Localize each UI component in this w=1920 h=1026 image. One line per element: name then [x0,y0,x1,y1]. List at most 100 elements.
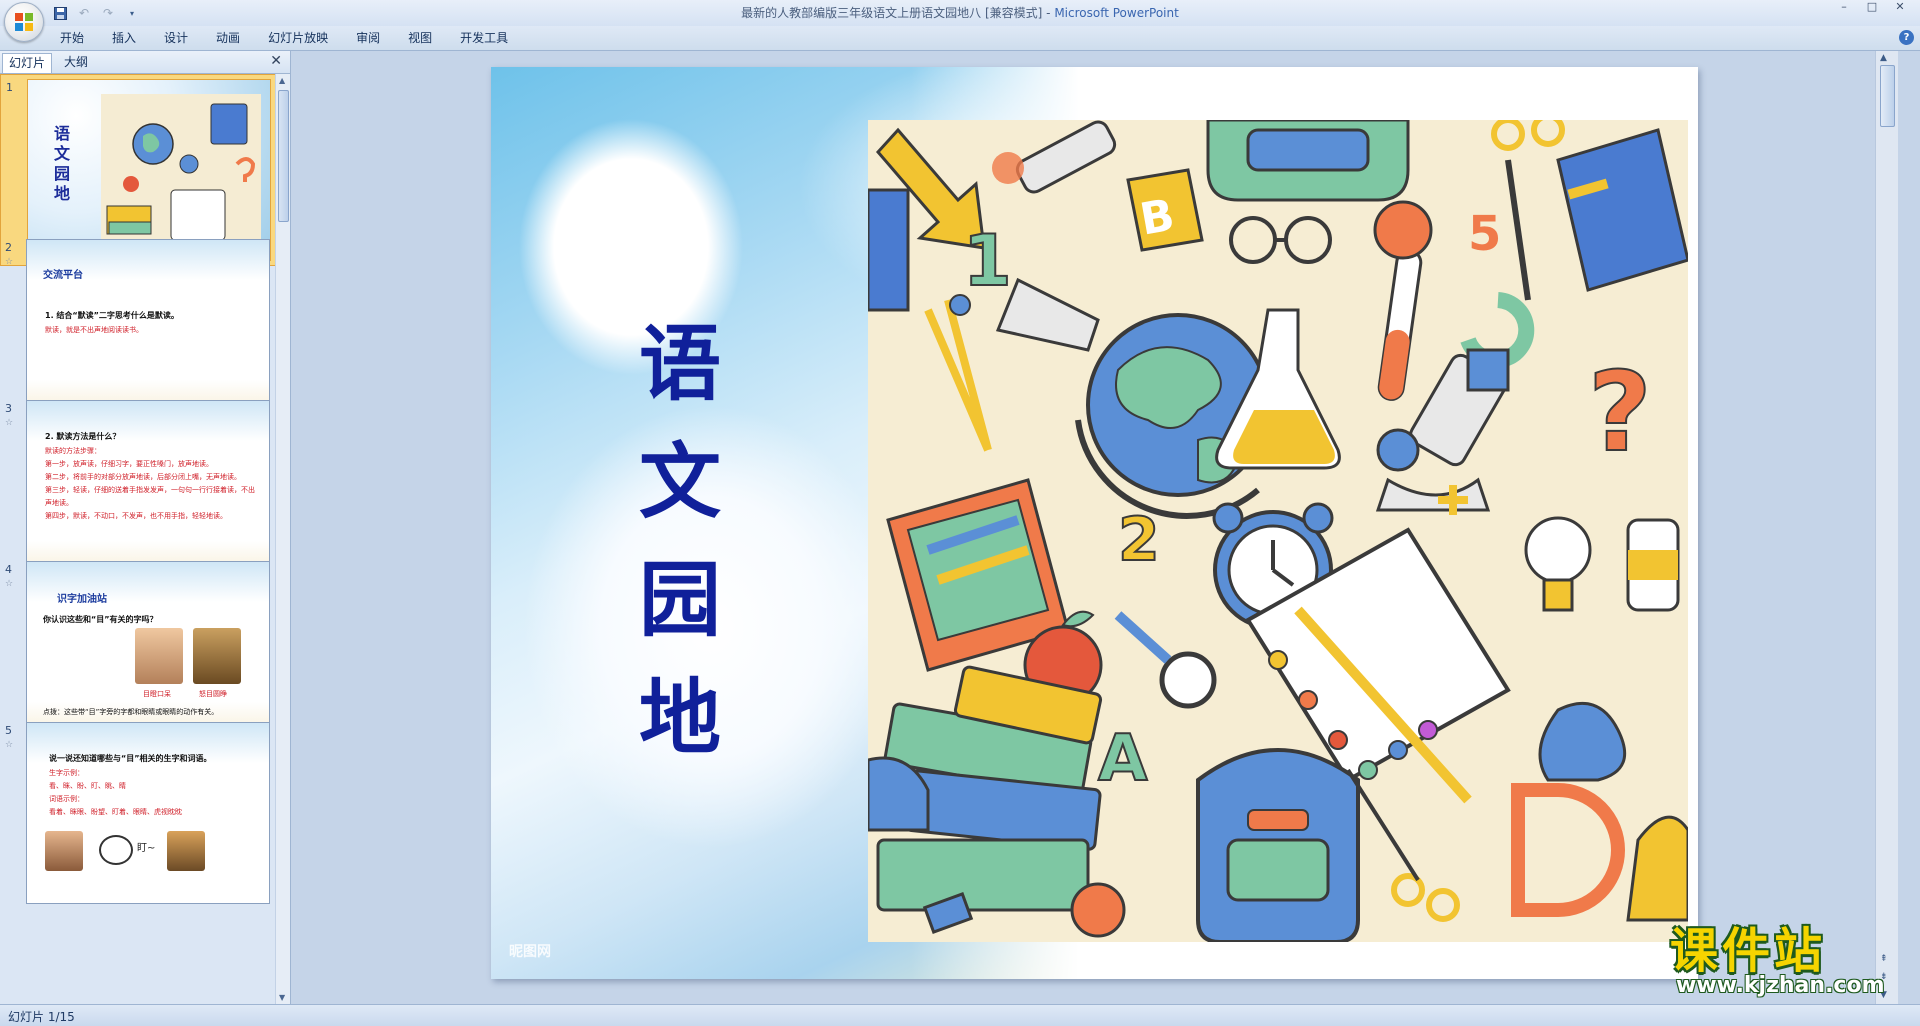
slide-thumbnail[interactable]: 说一说还知道哪些与“目”相关的生字和词语。 生字示例： 看、眯、盼、盯、眺、睛 … [26,722,270,904]
thumbnail-text: 生字示例： 看、眯、盼、盯、眺、睛 词语示例： 看着、眯眼、盼望、盯着、眼睛、虎… [49,767,259,819]
text-line: 第一步，放声读，仔细习字，要正性嗓门，放声地读。 [45,460,213,468]
slide-thumbnail[interactable]: 语文园地 [27,79,271,261]
slide-title[interactable]: 语 文 园 地 [639,305,722,777]
thumbnail-question: 2. 默读方法是什么？ [45,432,121,441]
text-line: 生字示例： [49,769,84,777]
thumbnail-question: 1. 结合“默读”二字思考什么是默读。 [45,311,179,320]
text-line: 默读的方法步骤： [45,447,101,455]
title-char: 语 [639,316,722,412]
customize-qat-icon[interactable]: ▾ [124,5,140,21]
minimize-button[interactable]: – [1830,0,1858,16]
slide-number: 5 [5,724,12,737]
school-supplies-illustration[interactable]: 1 B 5 ? 2 A [868,120,1688,942]
status-bar: 幻灯片 1/15 [0,1004,1920,1026]
text-line: 第二步，将前手的对部分放声地读，后部分闭上嘴，无声地读。 [45,473,241,481]
site-watermark-name: 课件站 [1670,923,1827,979]
text-line: 第四步，默读，不动口，不发声，也不用手指，轻轻地读。 [45,512,227,520]
slide-thumbnail[interactable]: 2. 默读方法是什么？ 默读的方法步骤： 第一步，放声读，仔细习字，要正性嗓门，… [26,400,270,582]
scroll-up-icon[interactable]: ▲ [1880,53,1887,63]
slide-number: 4 [5,563,12,576]
window-title: 最新的人教部编版三年级语文上册语文园地八 [兼容模式] - Microsoft … [741,6,1179,20]
tab-review[interactable]: 审阅 [346,29,398,47]
title-bar: ↶ ↷ ▾ 最新的人教部编版三年级语文上册语文园地八 [兼容模式] - Micr… [0,0,1920,42]
thumbnail-question: 说一说还知道哪些与“目”相关的生字和词语。 [49,754,212,763]
animation-star-icon: ☆ [5,257,14,267]
scroll-thumb[interactable] [278,90,289,222]
slide-number: 3 [5,402,12,415]
title-char: 园 [639,552,722,648]
undo-icon[interactable]: ↶ [76,5,92,21]
slide-thumbnail[interactable]: 识字加油站 你认识这些和“目”有关的字吗？ 目瞪口呆 怒目圆睁 点拨：这些带“目… [26,561,270,743]
text-line: 第三步，轻读，仔细的送着手指发发声，一句句一行行接着读，不出声地读。 [45,486,255,507]
illustration-svg: 1 B 5 ? 2 A [868,120,1688,942]
animation-star-icon: ☆ [5,418,14,428]
thumbnail-slide-5[interactable]: 5 ☆ 说一说还知道哪些与“目”相关的生字和词语。 生字示例： 看、眯、盼、盯、… [0,718,276,908]
tab-animations[interactable]: 动画 [206,29,258,47]
redo-icon[interactable]: ↷ [100,5,116,21]
angry-face-image [193,628,241,684]
scroll-up-icon[interactable]: ▲ [279,76,285,85]
text-line: 词语示例： [49,795,84,803]
maximize-button[interactable]: □ [1858,0,1886,16]
close-button[interactable]: ✕ [1886,0,1914,16]
quick-access-toolbar: ↶ ↷ ▾ [52,4,140,22]
editor-scrollbar[interactable]: ▲ ⇞ ⇟ ▼ [1875,51,1898,1004]
slide-counter: 幻灯片 1/15 [8,1010,75,1024]
animation-star-icon: ☆ [5,740,14,750]
document-title: 最新的人教部编版三年级语文上册语文园地八 [兼容模式] [741,6,1043,20]
thumbnail-heading: 交流平台 [43,270,83,281]
caption: 怒目圆睁 [199,690,227,698]
svg-text:1: 1 [963,220,1012,302]
office-button[interactable] [4,2,44,42]
animation-star-icon: ☆ [5,579,14,589]
tab-outline[interactable]: 大纲 [58,53,94,72]
current-slide[interactable]: 语 文 园 地 昵图网 1 B 5 ? 2 A [491,67,1698,979]
tab-design[interactable]: 设计 [154,29,206,47]
application-name: Microsoft PowerPoint [1054,6,1179,20]
tab-developer[interactable]: 开发工具 [450,29,526,47]
title-char: 地 [639,670,722,766]
svg-text:A: A [1098,722,1148,796]
tab-slides[interactable]: 幻灯片 [2,53,53,73]
speech-bubble: 盯~ [137,843,156,854]
tab-slideshow[interactable]: 幻灯片放映 [258,29,346,47]
surprised-face-image [135,628,183,684]
office-logo-icon [15,13,33,31]
slide-number: 1 [6,81,13,94]
thumbnail-text: 默读的方法步骤： 第一步，放声读，仔细习字，要正性嗓门，放声地读。 第二步，将前… [45,445,255,523]
slide-thumbnail[interactable]: 交流平台 1. 结合“默读”二字思考什么是默读。 默读，就是不出声地阅读读书。 [26,239,270,421]
site-watermark: 课件站 www.kjzhan.com [1670,925,1920,1005]
svg-text:5: 5 [1468,206,1501,262]
image-watermark: 昵图网 [509,944,551,960]
pane-tabs: 幻灯片 大纲 ✕ [0,51,290,74]
scroll-thumb[interactable] [1880,65,1895,127]
thumbnail-title: 语文园地 [53,124,70,203]
svg-text:?: ? [1588,348,1652,476]
eyes-icon [99,835,133,865]
svg-text:2: 2 [1118,505,1160,575]
thumbnail-art [101,94,261,252]
help-icon[interactable]: ? [1899,30,1914,45]
save-icon[interactable] [52,5,68,21]
thumbnail-question: 你认识这些和“目”有关的字吗？ [43,615,158,624]
caption: 目瞪口呆 [143,690,171,698]
window-controls: – □ ✕ [1830,0,1914,16]
thumbnail-scrollbar[interactable]: ▲ ▼ [275,74,290,1004]
thumbnail-heading: 识字加油站 [57,594,107,605]
tab-home[interactable]: 开始 [50,29,102,47]
tiger-image [167,831,205,871]
title-char: 文 [639,434,722,530]
thumbnail-answer: 默读，就是不出声地阅读读书。 [45,326,143,334]
tab-view[interactable]: 视图 [398,29,450,47]
slides-pane: 幻灯片 大纲 ✕ 1 语文园地 2 ☆ 交流平台 1. 结合“默读”二字思考什么… [0,51,291,1004]
text-line: 看着、眯眼、盼望、盯着、眼睛、虎视眈眈 [49,808,182,816]
scroll-down-icon[interactable]: ▼ [279,993,285,1002]
tab-insert[interactable]: 插入 [102,29,154,47]
slide-editor: 语 文 园 地 昵图网 1 B 5 ? 2 A ▲ ⇞ ⇟ ▼ [292,51,1898,1004]
close-pane-icon[interactable]: ✕ [270,53,282,69]
face-image [45,831,83,871]
slide-number: 2 [5,241,12,254]
thumbnail-list: 1 语文园地 2 ☆ 交流平台 1. 结合“默读”二字思考什么是默读。 默读，就… [0,74,276,1004]
text-line: 看、眯、盼、盯、眺、睛 [49,782,126,790]
site-watermark-url: www.kjzhan.com [1676,973,1885,998]
